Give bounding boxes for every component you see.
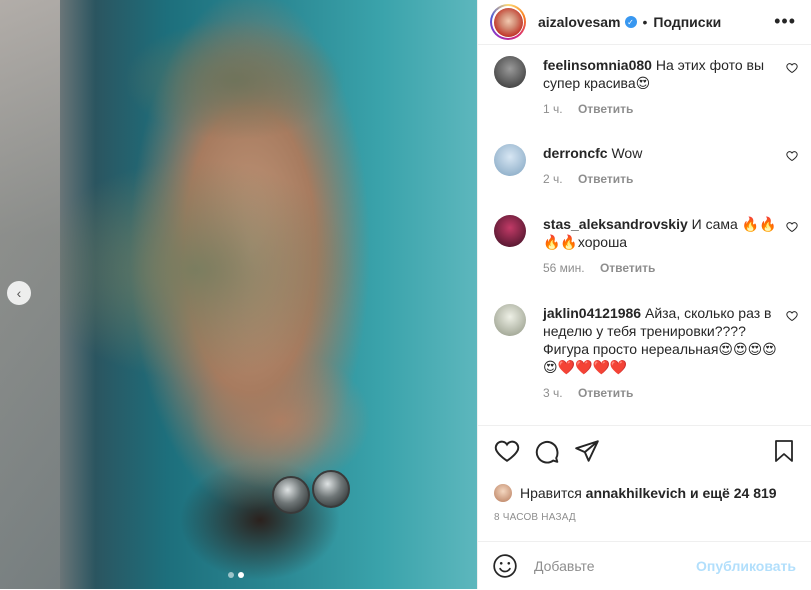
chevron-left-icon: ‹ bbox=[16, 285, 22, 301]
reply-button[interactable]: Ответить bbox=[578, 172, 633, 186]
reply-button[interactable]: Ответить bbox=[578, 386, 633, 400]
more-icon[interactable]: ••• bbox=[774, 11, 796, 32]
carousel-dots bbox=[228, 572, 244, 578]
emoji-smile-icon[interactable] bbox=[492, 553, 518, 579]
comment-text: Wow bbox=[611, 145, 643, 161]
likes-middle: и ещё bbox=[689, 485, 730, 501]
post-sidebar: aizalovesam ✓ • Подписки ••• feelinsomni… bbox=[477, 0, 811, 589]
post-time-ago[interactable]: 8 ЧАСОВ НАЗАД bbox=[494, 512, 576, 523]
liker-username[interactable]: annakhilkevich bbox=[586, 485, 686, 501]
comment-avatar[interactable] bbox=[494, 144, 526, 176]
author-username[interactable]: aizalovesam bbox=[538, 14, 621, 30]
comment-bubble-icon[interactable] bbox=[534, 438, 560, 464]
share-send-icon[interactable] bbox=[574, 438, 600, 464]
carousel-dot-1 bbox=[228, 572, 234, 578]
comment-avatar[interactable] bbox=[494, 56, 526, 88]
comment-time: 56 мин. bbox=[543, 261, 585, 275]
comment-username[interactable]: stas_aleksandrovskiy bbox=[543, 216, 688, 232]
likes-count[interactable]: 24 819 bbox=[734, 485, 777, 501]
comment-input[interactable] bbox=[532, 557, 716, 575]
comment-item: derroncfc Wow 2 ч. Ответить bbox=[494, 144, 800, 186]
carousel-prev-button[interactable]: ‹ bbox=[7, 281, 31, 305]
comments-list[interactable]: feelinsomnia080 На этих фото вы супер кр… bbox=[478, 44, 811, 425]
save-bookmark-icon[interactable] bbox=[772, 438, 796, 464]
reply-button[interactable]: Ответить bbox=[578, 102, 633, 116]
like-comment-heart-icon[interactable] bbox=[786, 221, 798, 233]
following-button[interactable]: Подписки bbox=[653, 14, 721, 30]
comment-time: 3 ч. bbox=[543, 386, 563, 400]
liker-avatar[interactable] bbox=[494, 484, 512, 502]
post-photo[interactable]: ‹ bbox=[0, 0, 477, 589]
like-comment-heart-icon[interactable] bbox=[786, 310, 798, 322]
likes-prefix: Нравится bbox=[520, 485, 582, 501]
add-comment-bar: Опубликовать bbox=[478, 541, 811, 590]
sunglasses bbox=[272, 470, 350, 514]
post-header: aizalovesam ✓ • Подписки ••• bbox=[478, 0, 811, 45]
comment-item: feelinsomnia080 На этих фото вы супер кр… bbox=[494, 56, 800, 116]
comment-username[interactable]: jaklin04121986 bbox=[543, 305, 641, 321]
verified-badge-icon: ✓ bbox=[624, 16, 637, 28]
like-comment-heart-icon[interactable] bbox=[786, 62, 798, 74]
comment-time: 2 ч. bbox=[543, 172, 563, 186]
likes-summary: Нравится annakhilkevich и ещё 24 819 bbox=[494, 482, 796, 504]
reply-button[interactable]: Ответить bbox=[600, 261, 655, 275]
comment-item: stas_aleksandrovskiy И сама 🔥🔥🔥🔥хороша 5… bbox=[494, 215, 800, 275]
like-comment-heart-icon[interactable] bbox=[786, 150, 798, 162]
publish-button[interactable]: Опубликовать bbox=[696, 558, 796, 574]
comment-username[interactable]: derroncfc bbox=[543, 145, 608, 161]
post-actions bbox=[478, 425, 811, 478]
like-heart-icon[interactable] bbox=[494, 438, 520, 464]
comment-item: jaklin04121986 Айза, сколько раз в недел… bbox=[494, 304, 800, 400]
header-separator: • bbox=[642, 14, 648, 30]
comment-avatar[interactable] bbox=[494, 304, 526, 336]
author-avatar[interactable] bbox=[490, 4, 526, 40]
comment-username[interactable]: feelinsomnia080 bbox=[543, 57, 652, 73]
carousel-dot-2 bbox=[238, 572, 244, 578]
comment-avatar[interactable] bbox=[494, 215, 526, 247]
comment-time: 1 ч. bbox=[543, 102, 563, 116]
